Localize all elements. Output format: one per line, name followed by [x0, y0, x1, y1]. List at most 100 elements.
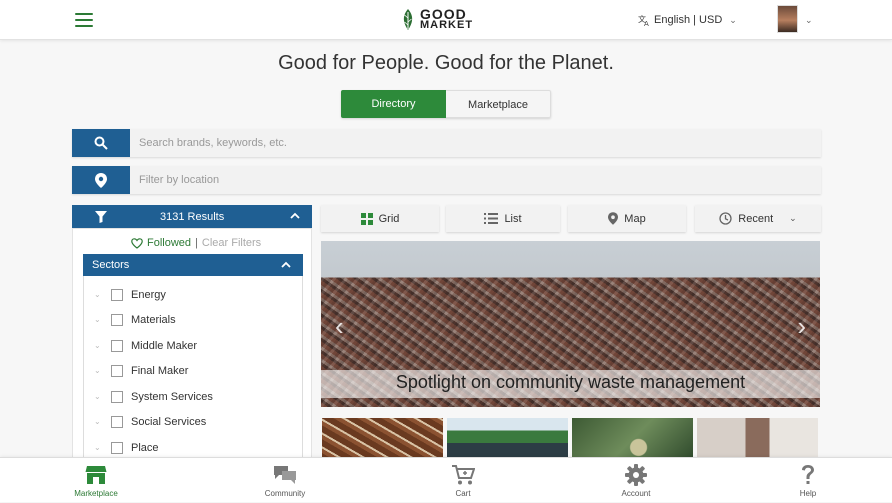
chevron-up-icon[interactable] [281, 260, 291, 270]
logo[interactable]: GOOD MARKET [400, 7, 473, 33]
checkbox[interactable] [111, 313, 123, 326]
results-header[interactable]: 3131 Results [72, 205, 312, 228]
listing-thumbnail[interactable] [572, 418, 693, 460]
sector-label: Materials [131, 313, 176, 326]
chevron-down-icon[interactable]: ⌄ [94, 417, 104, 426]
sector-label: Energy [131, 288, 166, 301]
svg-text:A: A [644, 20, 649, 26]
filter-icon [95, 210, 107, 223]
sector-item-place[interactable]: ⌄ Place [84, 435, 302, 458]
checkbox[interactable] [111, 390, 123, 403]
language-currency-label: English | USD [654, 14, 723, 26]
nav-label: Community [264, 489, 306, 498]
clear-filters-link[interactable]: Clear Filters [202, 237, 261, 249]
tab-marketplace[interactable]: Marketplace [446, 90, 551, 118]
nav-label: Marketplace [74, 489, 118, 498]
sectors-header[interactable]: Sectors [83, 254, 303, 276]
nav-community[interactable]: Community [235, 458, 335, 503]
grid-view-label: Grid [378, 212, 400, 225]
map-view-button[interactable]: Map [568, 205, 686, 232]
carousel-next-icon[interactable]: › [797, 311, 806, 342]
chevron-down-icon[interactable]: ⌄ [805, 15, 813, 26]
sector-label: Middle Maker [131, 339, 198, 352]
location-button[interactable] [72, 166, 130, 194]
listing-thumbnail[interactable] [447, 418, 568, 460]
search-icon [94, 136, 108, 150]
spotlight-caption: Spotlight on community waste management [395, 372, 746, 392]
spotlight-carousel[interactable]: ‹ › Spotlight on community waste managem… [321, 241, 820, 407]
nav-account[interactable]: Account [586, 458, 686, 503]
location-pin-icon [95, 172, 107, 188]
clock-icon [719, 212, 732, 225]
sector-item-social-services[interactable]: ⌄ Social Services [84, 409, 302, 434]
chevron-up-icon[interactable] [290, 211, 300, 221]
nav-label: Help [799, 489, 817, 498]
followed-row: Followed | Clear Filters [131, 237, 261, 249]
listing-thumbnail[interactable] [322, 418, 443, 460]
map-view-label: Map [624, 212, 646, 225]
list-icon [484, 213, 499, 224]
chevron-down-icon[interactable]: ⌄ [94, 341, 104, 350]
sector-label: Social Services [131, 415, 207, 428]
sector-label: Final Maker [131, 364, 189, 377]
list-view-label: List [504, 212, 522, 225]
chevron-down-icon[interactable]: ⌄ [94, 392, 104, 401]
location-pin-icon [608, 212, 619, 225]
sector-item-final-maker[interactable]: ⌄ Final Maker [84, 358, 302, 383]
location-bar [72, 166, 821, 194]
nav-help[interactable]: Help [758, 458, 858, 503]
search-button[interactable] [72, 129, 130, 157]
top-bar: GOOD MARKET 文 A English | USD ⌄ ⌄ [0, 0, 892, 40]
checkbox[interactable] [111, 415, 123, 428]
search-input[interactable] [130, 129, 821, 157]
sector-item-energy[interactable]: ⌄ Energy [84, 282, 302, 307]
logo-text-line2: MARKET [420, 19, 474, 31]
mode-toggle: Directory Marketplace [341, 90, 551, 118]
leaf-logo-icon [403, 9, 413, 30]
sector-item-system-services[interactable]: ⌄ System Services [84, 384, 302, 409]
separator: | [195, 237, 198, 249]
chevron-down-icon: ⌄ [729, 14, 737, 25]
gear-icon [625, 464, 647, 486]
sector-item-materials[interactable]: ⌄ Materials [84, 307, 302, 332]
nav-label: Cart [455, 489, 471, 498]
nav-cart[interactable]: Cart [413, 458, 513, 503]
user-avatar[interactable] [777, 5, 798, 33]
listing-thumbnail[interactable] [697, 418, 818, 460]
followed-link[interactable]: Followed [147, 237, 191, 249]
checkbox[interactable] [111, 339, 123, 352]
list-view-button[interactable]: List [446, 205, 560, 232]
cart-icon [452, 465, 475, 485]
search-bar [72, 129, 821, 157]
chat-bubbles-icon [274, 466, 296, 484]
sector-list: ⌄ Energy ⌄ Materials ⌄ Middle Maker ⌄ Fi… [83, 276, 303, 459]
translate-icon: 文 A [638, 14, 649, 26]
chevron-down-icon[interactable]: ⌄ [94, 315, 104, 324]
sort-dropdown[interactable]: Recent ⌄ [695, 205, 821, 232]
chevron-down-icon[interactable]: ⌄ [94, 443, 104, 452]
question-icon [802, 465, 814, 484]
checkbox[interactable] [111, 364, 123, 377]
nav-marketplace[interactable]: Marketplace [46, 458, 146, 503]
grid-icon [360, 212, 373, 225]
carousel-prev-icon[interactable]: ‹ [335, 311, 344, 342]
sort-label: Recent [738, 212, 774, 225]
checkbox[interactable] [111, 288, 123, 301]
language-currency-selector[interactable]: 文 A English | USD ⌄ [638, 14, 737, 26]
nav-label: Account [621, 489, 651, 498]
filters-panel: Followed | Clear Filters Sectors ⌄ Energ… [72, 228, 312, 459]
store-icon [85, 466, 107, 484]
sectors-title: Sectors [92, 259, 130, 271]
heart-icon[interactable] [131, 237, 143, 249]
chevron-down-icon[interactable]: ⌄ [94, 366, 104, 375]
menu-icon[interactable] [75, 13, 93, 27]
chevron-down-icon[interactable]: ⌄ [94, 290, 104, 299]
sector-item-middle-maker[interactable]: ⌄ Middle Maker [84, 333, 302, 358]
tab-directory[interactable]: Directory [341, 90, 446, 118]
page-headline: Good for People. Good for the Planet. [278, 52, 614, 74]
checkbox[interactable] [111, 441, 123, 454]
sector-label: System Services [131, 390, 213, 403]
sector-label: Place [131, 441, 159, 454]
location-input[interactable] [130, 166, 821, 194]
grid-view-button[interactable]: Grid [321, 205, 439, 232]
